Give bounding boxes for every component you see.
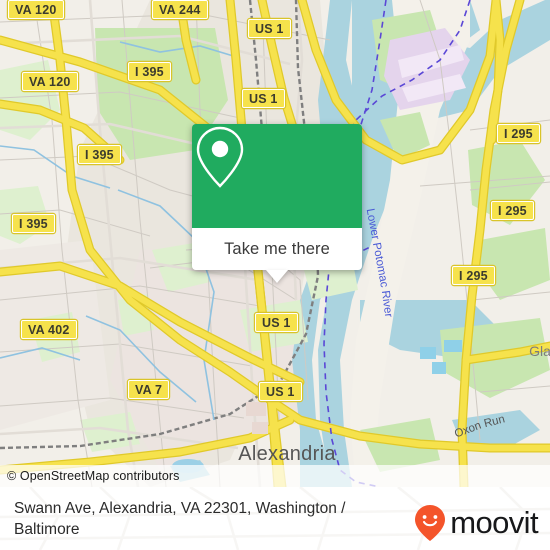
road-shield: VA 402 — [21, 320, 77, 339]
moovit-wordmark: moovit — [450, 505, 538, 540]
road-shield: VA 7 — [128, 380, 170, 399]
map-label-city-partial: Gla — [529, 343, 550, 359]
destination-popup[interactable]: Take me there — [192, 124, 362, 283]
road-shield: US 1 — [259, 382, 302, 401]
map-label-city: Alexandria — [238, 443, 336, 465]
road-shield: I 295 — [452, 266, 495, 285]
popup-pin-area — [192, 124, 362, 228]
road-shield: VA 120 — [22, 72, 78, 91]
map-share-card: Alexandria Gla Lower Potomac River Oxon … — [0, 0, 550, 550]
moovit-logo[interactable]: moovit — [414, 504, 539, 542]
road-shield: US 1 — [242, 89, 285, 108]
take-me-there-label: Take me there — [224, 239, 330, 258]
road-shield: US 1 — [255, 313, 298, 332]
road-shield: I 295 — [497, 124, 540, 143]
road-shield: US 1 — [248, 19, 291, 38]
road-shield: VA 120 — [8, 0, 64, 19]
map-attribution-bar: © OpenStreetMap contributors — [0, 465, 550, 487]
road-shield: VA 244 — [152, 0, 208, 19]
popup-pointer — [266, 270, 288, 283]
osm-attribution-text[interactable]: © OpenStreetMap contributors — [0, 469, 180, 483]
road-shield: I 395 — [128, 62, 171, 81]
moovit-pin-icon — [415, 504, 446, 541]
footer-address: Swann Ave, Alexandria, VA 22301, Washing… — [14, 499, 346, 538]
road-shield: I 295 — [491, 201, 534, 220]
map-canvas[interactable]: Alexandria Gla Lower Potomac River Oxon … — [0, 0, 550, 487]
road-shield: I 395 — [12, 214, 55, 233]
road-shield: I 395 — [78, 145, 121, 164]
footer-bar: Swann Ave, Alexandria, VA 22301, Washing… — [0, 487, 550, 550]
popup-action-area[interactable]: Take me there — [192, 228, 362, 283]
location-pin-icon — [196, 126, 244, 188]
